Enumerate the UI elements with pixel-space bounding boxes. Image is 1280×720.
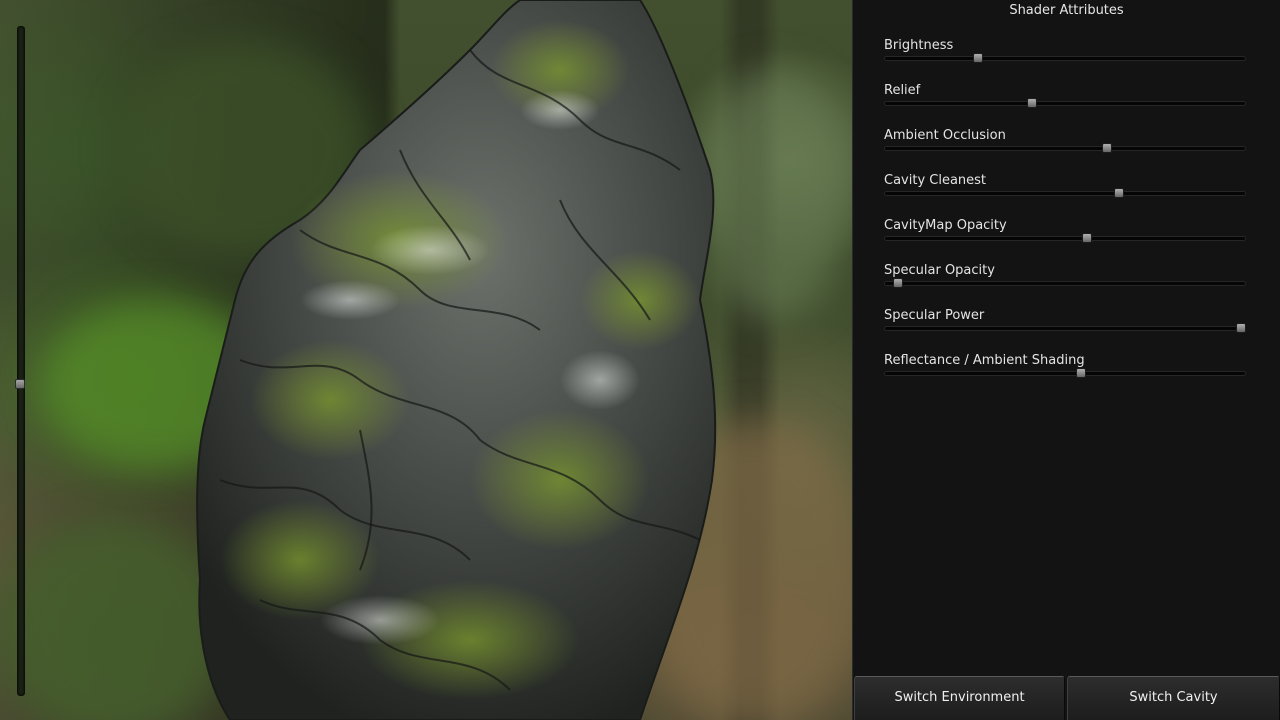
attribute-row: Specular Opacity — [884, 263, 1247, 303]
attribute-slider-thumb[interactable] — [1027, 98, 1037, 108]
attribute-label: Specular Opacity — [884, 263, 995, 278]
attribute-label: Reflectance / Ambient Shading — [884, 353, 1085, 368]
attribute-slider-thumb[interactable] — [1236, 323, 1246, 333]
attribute-row: Ambient Occlusion — [884, 128, 1247, 168]
attribute-label: Brightness — [884, 38, 954, 53]
attribute-slider-thumb[interactable] — [1082, 233, 1092, 243]
attribute-slider-thumb[interactable] — [1102, 143, 1112, 153]
attribute-row: Reflectance / Ambient Shading — [884, 353, 1247, 393]
attribute-row: Relief — [884, 83, 1247, 123]
attribute-slider-track[interactable] — [884, 56, 1246, 61]
attribute-label: CavityMap Opacity — [884, 218, 1007, 233]
attribute-slider-track[interactable] — [884, 371, 1246, 376]
attribute-label: Ambient Occlusion — [884, 128, 1006, 143]
attribute-row: CavityMap Opacity — [884, 218, 1247, 258]
panel-title: Shader Attributes — [1009, 3, 1124, 18]
attribute-slider-thumb[interactable] — [893, 278, 903, 288]
rock-model[interactable] — [0, 0, 852, 720]
shader-attributes-panel: Shader Attributes Brightness Relief Ambien… — [852, 0, 1280, 720]
vertical-slider-thumb[interactable] — [15, 379, 25, 389]
vertical-view-slider[interactable] — [15, 26, 25, 696]
attribute-slider-track[interactable] — [884, 146, 1246, 151]
switch-environment-button[interactable]: Switch Environment — [854, 676, 1065, 720]
attribute-slider-track[interactable] — [884, 236, 1246, 241]
app-window: Shader Attributes Brightness Relief Ambien… — [0, 0, 1280, 720]
attribute-slider-thumb[interactable] — [973, 53, 983, 63]
attribute-label: Specular Power — [884, 308, 985, 323]
attribute-slider-thumb[interactable] — [1114, 188, 1124, 198]
switch-cavity-button[interactable]: Switch Cavity — [1067, 676, 1280, 720]
attribute-slider-track[interactable] — [884, 281, 1246, 286]
attribute-label: Cavity Cleanest — [884, 173, 987, 188]
attribute-row: Brightness — [884, 38, 1247, 78]
attribute-slider-track[interactable] — [884, 101, 1246, 106]
attribute-slider-track[interactable] — [884, 191, 1246, 196]
attribute-slider-thumb[interactable] — [1076, 368, 1086, 378]
attribute-label: Relief — [884, 83, 921, 98]
attribute-slider-track[interactable] — [884, 326, 1246, 331]
3d-viewport[interactable] — [0, 0, 852, 720]
attribute-row: Cavity Cleanest — [884, 173, 1247, 213]
attribute-row: Specular Power — [884, 308, 1247, 348]
